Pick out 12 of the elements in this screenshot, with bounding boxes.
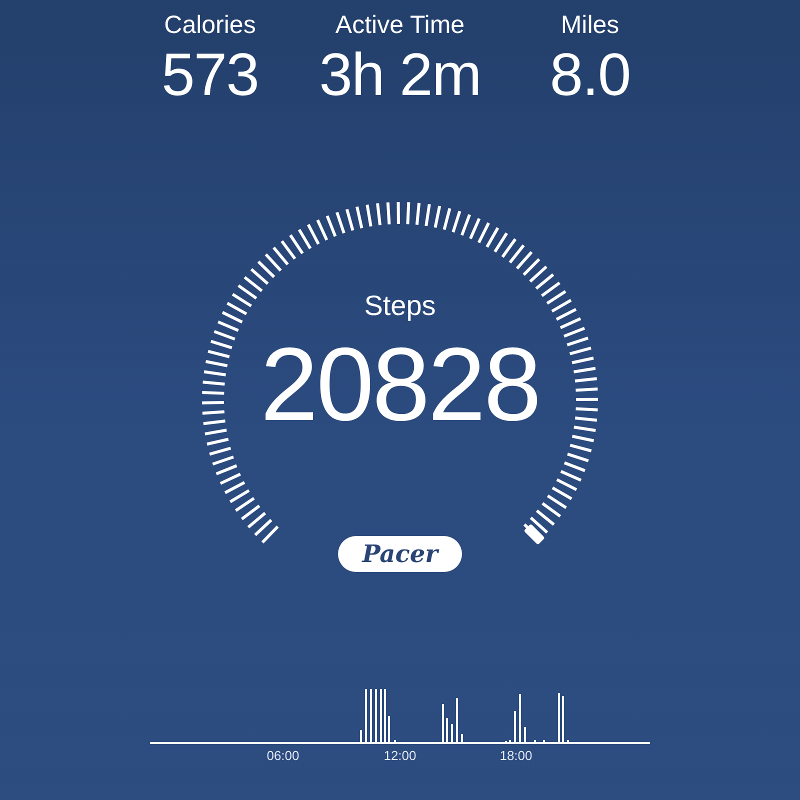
stat-label: Active Time (335, 10, 465, 40)
time-label: 18:00 (500, 748, 532, 763)
stat-label: Miles (560, 10, 620, 40)
stat-value: 8.0 (550, 40, 630, 110)
time-label: 06:00 (266, 748, 300, 763)
stat-label: Calories (164, 10, 256, 40)
stat-value: 573 (161, 40, 259, 110)
steps-label: Steps (364, 290, 436, 322)
time-label: 12:00 (384, 748, 416, 763)
brand-badge[interactable]: Pacer (338, 536, 462, 572)
stat-value: 3h 2m (319, 40, 481, 110)
steps-count: 20828 (260, 330, 540, 440)
